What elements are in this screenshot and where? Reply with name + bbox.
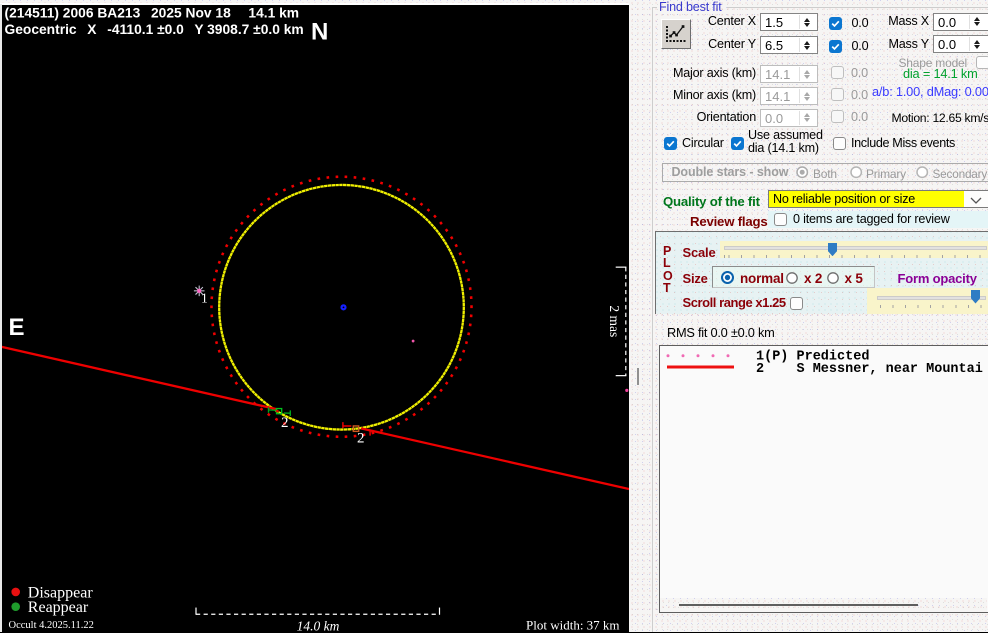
svg-text:E: E — [8, 313, 24, 340]
svg-text:14.0 km: 14.0 km — [296, 618, 339, 632]
svg-text:2 mas: 2 mas — [607, 305, 622, 337]
svg-text:(214511) 2006 BA213 2025 Nov: (214511) 2006 BA213 2025 Nov 18 14.1 km — [4, 5, 299, 20]
svg-text:2: 2 — [357, 430, 365, 446]
svg-text:Plot width: 37 km: Plot width: 37 km — [526, 617, 620, 632]
svg-text:Reappear: Reappear — [27, 599, 88, 616]
svg-text:Geocentric X -4110.1 ±0.0 Y: Geocentric X -4110.1 ±0.0 Y 3908.7 ±0.0 … — [4, 21, 303, 36]
svg-text:2: 2 — [281, 415, 289, 431]
svg-text:2 S Messner, near Mountai: 2 S Messner, near Mountai — [756, 362, 983, 377]
svg-text:Occult 4.2025.11.22: Occult 4.2025.11.22 — [8, 619, 93, 630]
svg-text:1: 1 — [201, 290, 208, 305]
svg-text:N: N — [311, 18, 328, 45]
